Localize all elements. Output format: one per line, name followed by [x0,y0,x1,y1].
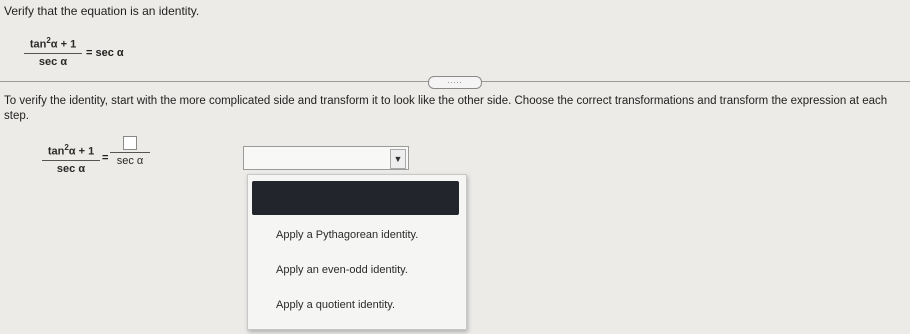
equation-numerator: tan2α + 1 [29,36,77,51]
fraction-bar [42,159,100,161]
option-quotient-identity[interactable]: Apply a quotient identity. [276,299,395,311]
equation-denominator: sec α [38,55,68,68]
instructions-text: To verify the identity, start with the m… [4,95,888,122]
fraction-bar [24,52,82,54]
step-lhs-fraction: tan2α + 1 sec α [42,143,100,175]
equation-rhs: = sec α [86,47,124,59]
option-pythagorean-identity[interactable]: Apply a Pythagorean identity. [276,229,418,241]
equation-lhs-fraction: tan2α + 1 sec α [24,36,82,68]
option-even-odd-identity[interactable]: Apply an even-odd identity. [276,264,408,276]
step-rhs-fraction: sec α [110,136,150,167]
transformation-select[interactable]: ▼ [243,146,409,170]
transformation-dropdown-menu: Apply a Pythagorean identity. Apply an e… [247,174,467,330]
step-numerator: tan2α + 1 [47,143,95,158]
chevron-down-icon[interactable]: ▼ [390,149,406,169]
fraction-bar [110,152,150,153]
step-equals-sign: = [102,152,109,164]
dropdown-highlighted-option[interactable] [252,181,459,215]
answer-input-box[interactable] [123,136,137,150]
step-denominator: sec α [56,162,86,175]
expand-more-button[interactable]: ..... [428,76,482,89]
problem-prompt: Verify that the equation is an identity. [4,4,200,18]
step-rhs-denominator: sec α [116,155,144,167]
